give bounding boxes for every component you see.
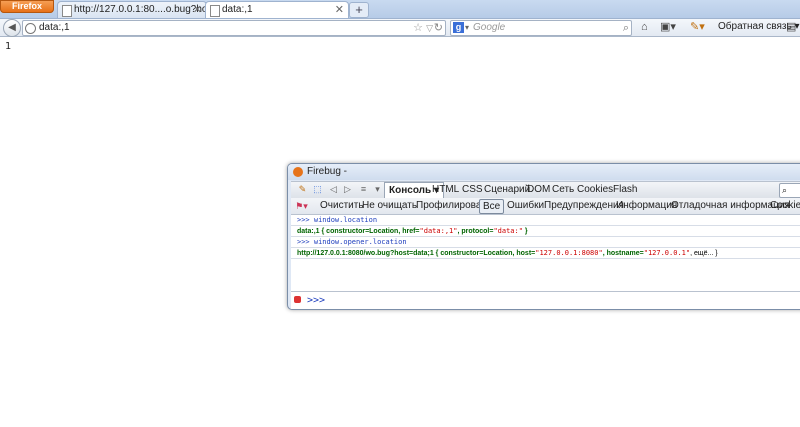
bookmark-star-icon[interactable]: ☆ bbox=[413, 21, 423, 35]
back-icon[interactable]: ◁ bbox=[327, 183, 340, 196]
firefox-menu-button[interactable]: Firefox bbox=[0, 0, 54, 13]
result-text: , protocol= bbox=[457, 228, 494, 235]
result-text: data:,1 { constructor=Location, href= bbox=[297, 228, 420, 235]
page-icon bbox=[62, 5, 72, 17]
result-text: http://127.0.0.1:8080/wo.bug?host=data;1… bbox=[297, 250, 536, 257]
log-result[interactable]: http://127.0.0.1:8080/wo.bug?host=data;1… bbox=[291, 248, 800, 259]
addon-icon[interactable]: ✎▾ bbox=[690, 20, 705, 34]
firebug-icon bbox=[293, 167, 303, 177]
result-text: } bbox=[522, 228, 528, 235]
tab-console-label: Консоль bbox=[389, 185, 432, 196]
tab-cookies[interactable]: Cookies bbox=[577, 182, 613, 198]
result-string: "127.0.0.1" bbox=[643, 249, 691, 257]
result-text: , hostname= bbox=[602, 250, 644, 257]
home-icon[interactable]: ⌂ bbox=[641, 20, 648, 34]
tab-bug-page[interactable]: http://127.0.0.1:80....o.bug?host=data;1… bbox=[57, 1, 207, 18]
tab-html[interactable]: HTML bbox=[432, 182, 459, 198]
firebug-title: Firebug - bbox=[307, 166, 348, 177]
result-string: "127.0.0.1:8080" bbox=[535, 249, 603, 257]
tab-title: http://127.0.0.1:80....o.bug?host=data;1 bbox=[74, 4, 206, 15]
forward-icon[interactable]: ▷ bbox=[341, 183, 354, 196]
more-link[interactable]: , ещё... } bbox=[690, 250, 718, 257]
tab-net[interactable]: Сеть bbox=[552, 182, 574, 198]
log-result[interactable]: data:,1 { constructor=Location, href="da… bbox=[291, 226, 800, 237]
search-icon[interactable]: ⌕ bbox=[623, 21, 629, 35]
globe-icon bbox=[25, 23, 36, 34]
back-button[interactable]: ◀ bbox=[3, 19, 21, 37]
list-icon[interactable]: ≡ bbox=[357, 183, 370, 196]
log-command: >>> window.location bbox=[291, 215, 800, 226]
result-string: "data:" bbox=[493, 227, 523, 235]
feedback-label: Обратная связь bbox=[718, 21, 792, 32]
console-options-icon[interactable]: ⚑▾ bbox=[295, 199, 308, 213]
chevron-down-icon[interactable]: ▾ bbox=[371, 183, 384, 196]
command-prompt: >>> bbox=[307, 295, 326, 306]
filter-warnings-button[interactable]: Предупреждения bbox=[544, 198, 624, 214]
clear-button[interactable]: Очистить bbox=[320, 198, 364, 214]
persist-button[interactable]: Не очищать bbox=[362, 198, 417, 214]
page-content: 1 bbox=[5, 41, 12, 52]
log-command: >>> window.opener.location bbox=[291, 237, 800, 248]
reload-icon[interactable]: ↻ bbox=[434, 21, 443, 35]
page-icon bbox=[210, 5, 220, 17]
tab-flash[interactable]: Flash bbox=[613, 182, 637, 198]
close-icon[interactable]: ✕ bbox=[193, 2, 202, 18]
result-string: "data:,1" bbox=[419, 227, 458, 235]
tab-dom[interactable]: DOM bbox=[527, 182, 550, 198]
tab-script[interactable]: Сценарий bbox=[484, 182, 530, 198]
tab-strip: Firefox http://127.0.0.1:80....o.bug?hos… bbox=[0, 0, 800, 19]
tab-data[interactable]: data:,1 ✕ bbox=[205, 1, 349, 18]
google-icon: g bbox=[453, 22, 464, 33]
filter-all-button[interactable]: Все bbox=[479, 199, 505, 214]
tab-title: data:,1 bbox=[222, 4, 253, 15]
chevron-down-icon[interactable]: ▾ bbox=[465, 21, 469, 35]
new-tab-button[interactable]: + bbox=[349, 2, 369, 18]
bookmarks-icon[interactable]: ▣▾ bbox=[660, 20, 676, 34]
firebug-panel-bar: ✎ ⬚ ◁ ▷ ≡ ▾ Консоль ▾ HTML CSS Сценарий … bbox=[291, 181, 800, 199]
inspect-icon[interactable]: ⬚ bbox=[311, 183, 324, 196]
url-bar[interactable]: data:,1 ☆ ▽ ↻ bbox=[22, 20, 446, 36]
navigation-bar: ◀ data:,1 ☆ ▽ ↻ g ▾ Google ⌕ ⌂ ▣▾ ✎▾ Обр… bbox=[0, 19, 800, 37]
command-line[interactable]: >>> bbox=[291, 291, 800, 309]
search-box[interactable]: g ▾ Google ⌕ bbox=[450, 20, 632, 36]
filter-cookies-button[interactable]: Cookies bbox=[770, 198, 800, 214]
close-icon[interactable]: ✕ bbox=[335, 2, 344, 18]
search-placeholder: Google bbox=[473, 22, 506, 33]
error-icon bbox=[294, 296, 301, 303]
filter-errors-button[interactable]: Ошибки bbox=[507, 198, 544, 214]
firebug-window: Firebug - ✎ ⬚ ◁ ▷ ≡ ▾ Консоль ▾ HTML CSS… bbox=[287, 163, 800, 310]
filter-info-button[interactable]: Информация bbox=[616, 198, 677, 214]
menu-icon[interactable]: ▤ bbox=[786, 20, 796, 34]
firebug-search-input[interactable]: ⌕ bbox=[779, 183, 800, 198]
url-text: data:,1 bbox=[39, 22, 70, 33]
firebug-titlebar[interactable]: Firebug - bbox=[288, 164, 800, 180]
console-toolbar: ⚑▾ Очистить Не очищать Профилировать Все… bbox=[291, 198, 800, 215]
chevron-down-icon[interactable]: ▽ bbox=[426, 21, 433, 35]
console-log: >>> window.location data:,1 { constructo… bbox=[291, 215, 800, 291]
tab-css[interactable]: CSS bbox=[462, 182, 483, 198]
firebug-menu-icon[interactable]: ✎ bbox=[296, 183, 309, 196]
